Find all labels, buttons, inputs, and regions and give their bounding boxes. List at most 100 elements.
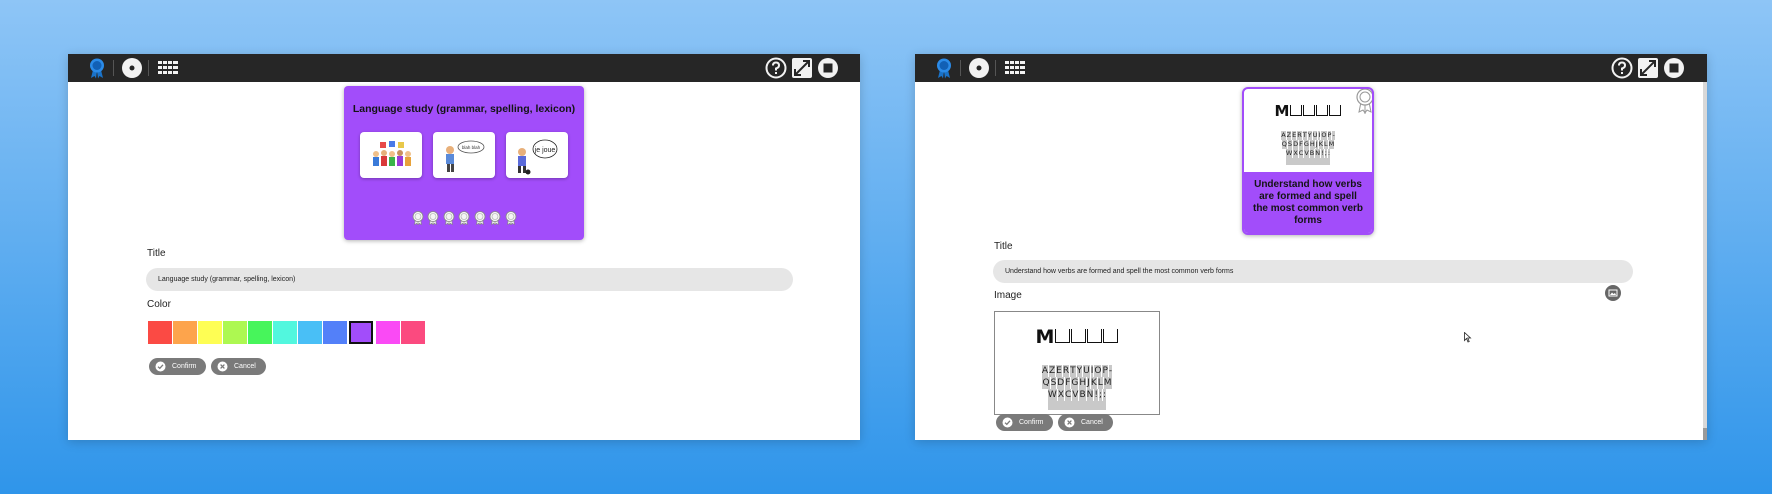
color-swatch[interactable] (173, 321, 197, 344)
key[interactable]: F (1299, 140, 1303, 149)
key[interactable]: H (1079, 377, 1087, 389)
medal-icon (505, 211, 516, 225)
image-preview[interactable]: M AZERTYUIOP- QSDFGHJKLM WXCVBN!;: (994, 311, 1160, 415)
color-swatch[interactable] (248, 321, 272, 344)
key[interactable]: R (1297, 131, 1302, 140)
award-icon[interactable] (86, 57, 108, 79)
confirm-button[interactable]: Confirm (996, 414, 1053, 431)
key[interactable]: M (1103, 377, 1112, 389)
key[interactable]: C (1064, 389, 1072, 401)
color-swatch[interactable] (323, 321, 347, 344)
key[interactable]: ; (1324, 149, 1327, 158)
key[interactable]: - (1108, 365, 1113, 377)
scrollbar-thumb[interactable] (1703, 428, 1707, 440)
key[interactable]: D (1293, 140, 1299, 149)
key[interactable]: V (1072, 389, 1079, 401)
key[interactable]: Q (1281, 140, 1287, 149)
space-key[interactable] (1048, 401, 1106, 410)
key[interactable]: Z (1286, 131, 1292, 140)
key[interactable]: X (1293, 149, 1298, 158)
key[interactable]: D (1057, 377, 1065, 389)
key[interactable]: L (1323, 140, 1328, 149)
key[interactable]: P (1327, 131, 1332, 140)
key[interactable]: : (1103, 389, 1107, 401)
key[interactable]: Y (1076, 365, 1083, 377)
key[interactable]: G (1303, 140, 1309, 149)
key[interactable]: Z (1049, 365, 1056, 377)
stop-icon[interactable] (1663, 57, 1685, 79)
change-image-icon[interactable] (1605, 285, 1621, 301)
key[interactable]: F (1065, 377, 1071, 389)
key[interactable]: V (1304, 149, 1309, 158)
word-puzzle: M (995, 326, 1159, 348)
key[interactable]: N (1315, 149, 1321, 158)
key[interactable]: C (1298, 149, 1304, 158)
key[interactable]: P (1102, 365, 1108, 377)
key[interactable]: U (1083, 365, 1090, 377)
key[interactable]: S (1050, 377, 1057, 389)
expand-icon[interactable] (791, 57, 813, 79)
color-swatch[interactable] (223, 321, 247, 344)
key[interactable]: : (1327, 149, 1331, 158)
key[interactable]: T (1302, 131, 1307, 140)
key[interactable]: S (1287, 140, 1293, 149)
color-swatch[interactable] (148, 321, 172, 344)
key[interactable]: K (1318, 140, 1323, 149)
key[interactable]: R (1062, 365, 1070, 377)
stop-icon[interactable] (817, 57, 839, 79)
key[interactable]: B (1079, 389, 1086, 401)
cancel-button[interactable]: Cancel (211, 358, 266, 375)
help-icon[interactable] (1611, 57, 1633, 79)
color-swatch[interactable] (198, 321, 222, 344)
key[interactable]: X (1057, 389, 1064, 401)
key[interactable]: Y (1307, 131, 1312, 140)
grid-icon[interactable] (157, 57, 179, 79)
key[interactable]: O (1321, 131, 1327, 140)
key[interactable]: J (1315, 140, 1318, 149)
key[interactable]: E (1292, 131, 1297, 140)
confirm-button[interactable]: Confirm (149, 358, 206, 375)
key[interactable]: ; (1098, 389, 1103, 401)
award-icon[interactable] (933, 57, 955, 79)
title-field[interactable]: Understand how verbs are formed and spel… (993, 260, 1633, 283)
cancel-button[interactable]: Cancel (1058, 414, 1113, 431)
key[interactable]: G (1071, 377, 1079, 389)
key[interactable]: Q (1042, 377, 1050, 389)
key[interactable]: ! (1321, 149, 1324, 158)
key[interactable]: O (1094, 365, 1102, 377)
key[interactable]: E (1056, 365, 1062, 377)
color-swatch[interactable] (273, 321, 297, 344)
expand-icon[interactable] (1637, 57, 1659, 79)
vertical-scrollbar[interactable] (1703, 82, 1707, 440)
key[interactable]: I (1090, 365, 1094, 377)
key[interactable]: A (1041, 365, 1048, 377)
key[interactable]: J (1087, 377, 1090, 389)
key[interactable]: T (1070, 365, 1076, 377)
disc-icon[interactable] (968, 57, 990, 79)
color-swatch-selected[interactable] (349, 321, 373, 344)
disc-icon[interactable] (121, 57, 143, 79)
key[interactable]: H (1309, 140, 1315, 149)
color-swatch[interactable] (298, 321, 322, 344)
space-key[interactable] (1286, 158, 1330, 165)
key[interactable]: ! (1094, 389, 1098, 401)
medal-icon (443, 211, 454, 225)
color-swatch[interactable] (376, 321, 400, 344)
key[interactable]: K (1090, 377, 1097, 389)
color-swatch[interactable] (401, 321, 425, 344)
key[interactable]: M (1328, 140, 1335, 149)
key[interactable]: I (1318, 131, 1321, 140)
key[interactable]: B (1309, 149, 1315, 158)
card-title-band: Understand how verbs are formed and spel… (1244, 172, 1372, 233)
grid-icon[interactable] (1004, 57, 1026, 79)
key[interactable]: W (1285, 149, 1293, 158)
blank-letter-box (1290, 105, 1303, 116)
key[interactable]: L (1097, 377, 1103, 389)
help-icon[interactable] (765, 57, 787, 79)
key[interactable]: W (1047, 389, 1057, 401)
title-field[interactable]: Language study (grammar, spelling, lexic… (146, 268, 793, 291)
key[interactable]: U (1312, 131, 1318, 140)
key[interactable]: - (1332, 131, 1335, 140)
key[interactable]: A (1281, 131, 1286, 140)
key[interactable]: N (1086, 389, 1094, 401)
